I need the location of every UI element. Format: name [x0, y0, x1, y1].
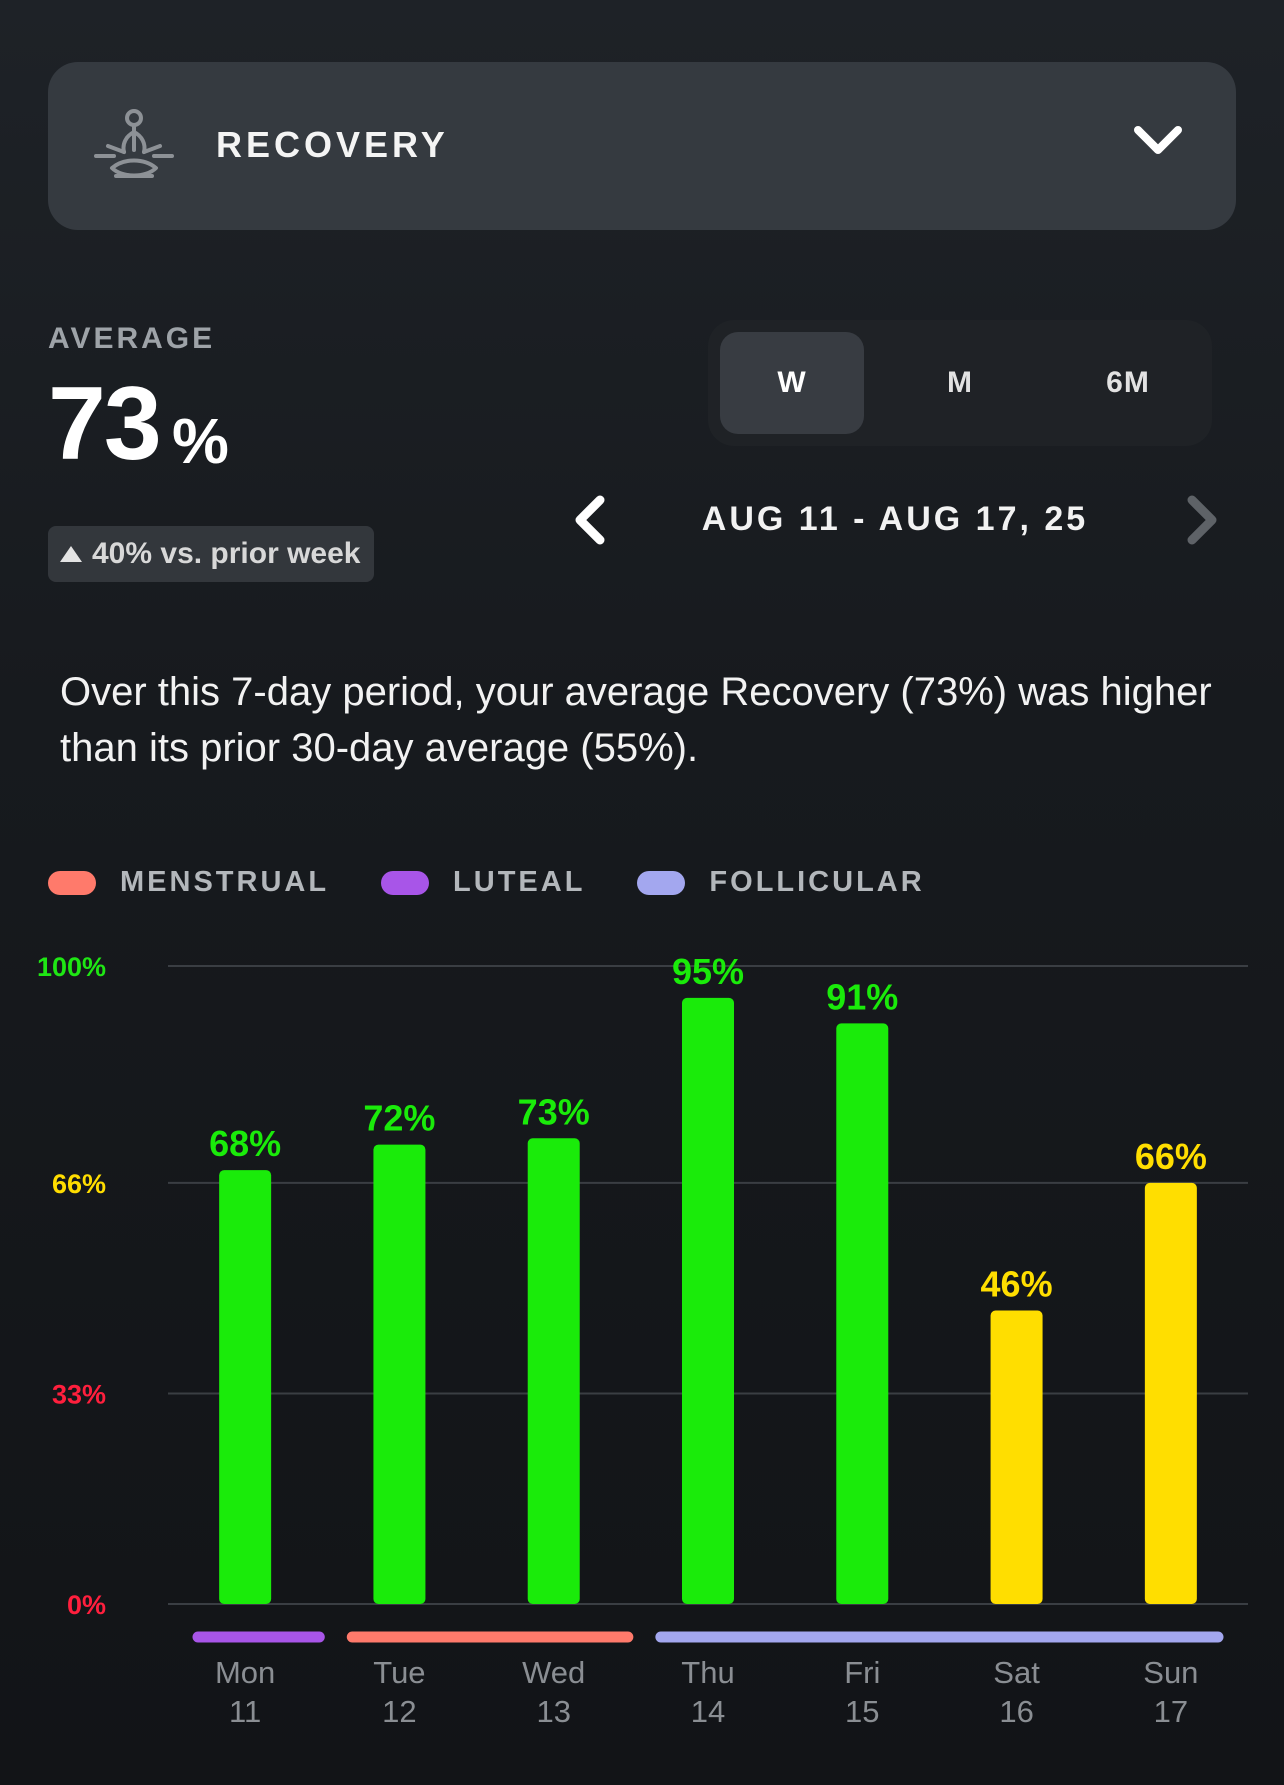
bar — [373, 1144, 426, 1604]
bar — [219, 1170, 272, 1604]
average-unit: % — [172, 405, 229, 477]
metric-title: RECOVERY — [216, 124, 449, 165]
range-switch: W M 6M — [708, 320, 1212, 446]
x-day-number-label: 13 — [536, 1694, 570, 1729]
legend-item-luteal: LUTEAL — [381, 866, 585, 899]
x-day-number-label: 14 — [691, 1694, 725, 1729]
legend-label: LUTEAL — [453, 866, 586, 898]
meditation-icon — [94, 109, 174, 178]
y-tick-label: 33% — [52, 1379, 106, 1409]
x-day-number-label: 16 — [999, 1694, 1033, 1729]
legend-label: FOLLICULAR — [709, 866, 925, 898]
change-text: 40% vs. prior week — [92, 537, 361, 570]
triangle-up-icon — [60, 546, 82, 562]
y-tick-label: 100% — [37, 952, 106, 982]
legend-swatch — [381, 870, 430, 895]
x-day-name-label: Sun — [1143, 1655, 1198, 1690]
recovery-bar-chart: 100% 66% 33% 0% 68% 72% 73% 95% 91% 46% 66% Mon 11 Tu… — [37, 951, 1248, 1729]
x-day-name-label: Mon — [215, 1655, 275, 1690]
bar — [990, 1310, 1043, 1604]
range-month-button[interactable]: M — [888, 332, 1032, 434]
legend-item-menstrual: MENSTRUAL — [48, 866, 329, 899]
x-day-number-label: 12 — [382, 1694, 416, 1729]
bar-value-label: 95% — [672, 951, 744, 992]
y-tick-label: 66% — [52, 1169, 106, 1199]
legend-swatch — [48, 870, 96, 895]
x-day-name-label: Fri — [844, 1655, 880, 1690]
bar-value-label: 91% — [826, 976, 898, 1017]
bar-value-label: 66% — [1135, 1136, 1207, 1177]
x-day-name-label: Thu — [681, 1655, 734, 1690]
chevron-right-icon[interactable] — [1180, 492, 1226, 548]
y-tick-label: 0% — [67, 1590, 106, 1620]
range-week-button[interactable]: W — [720, 332, 864, 434]
change-badge: 40% vs. prior week — [48, 526, 375, 582]
legend-label: MENSTRUAL — [120, 866, 330, 898]
metric-selector[interactable]: RECOVERY — [48, 62, 1236, 230]
bar — [836, 1023, 889, 1604]
date-range-label: AUG 11 - AUG 17, 25 — [701, 500, 1089, 538]
legend-swatch — [637, 870, 686, 895]
bar — [682, 997, 734, 1604]
chevron-down-icon[interactable] — [1132, 120, 1184, 160]
x-day-number-label: 11 — [229, 1694, 261, 1729]
x-day-number-label: 17 — [1154, 1694, 1188, 1729]
bar-value-label: 73% — [518, 1091, 590, 1132]
summary-text: Over this 7-day period, your average Rec… — [60, 670, 1212, 770]
x-day-name-label: Sat — [993, 1655, 1040, 1690]
bar-value-label: 46% — [981, 1264, 1053, 1305]
average-value: 73 — [48, 366, 162, 482]
bar-value-label: 72% — [363, 1098, 435, 1139]
x-day-name-label: Tue — [373, 1655, 425, 1690]
legend-item-follicular: FOLLICULAR — [637, 866, 924, 899]
cycle-legend: MENSTRUAL LUTEAL FOLLICULAR — [48, 866, 977, 899]
bar — [1144, 1182, 1197, 1604]
chevron-left-icon[interactable] — [566, 492, 612, 548]
average-label: AVERAGE — [48, 322, 216, 355]
bar — [527, 1138, 580, 1604]
bar-value-label: 68% — [209, 1123, 281, 1164]
x-day-name-label: Wed — [522, 1655, 585, 1690]
x-day-number-label: 15 — [845, 1694, 879, 1729]
range-6month-button[interactable]: 6M — [1056, 332, 1200, 434]
